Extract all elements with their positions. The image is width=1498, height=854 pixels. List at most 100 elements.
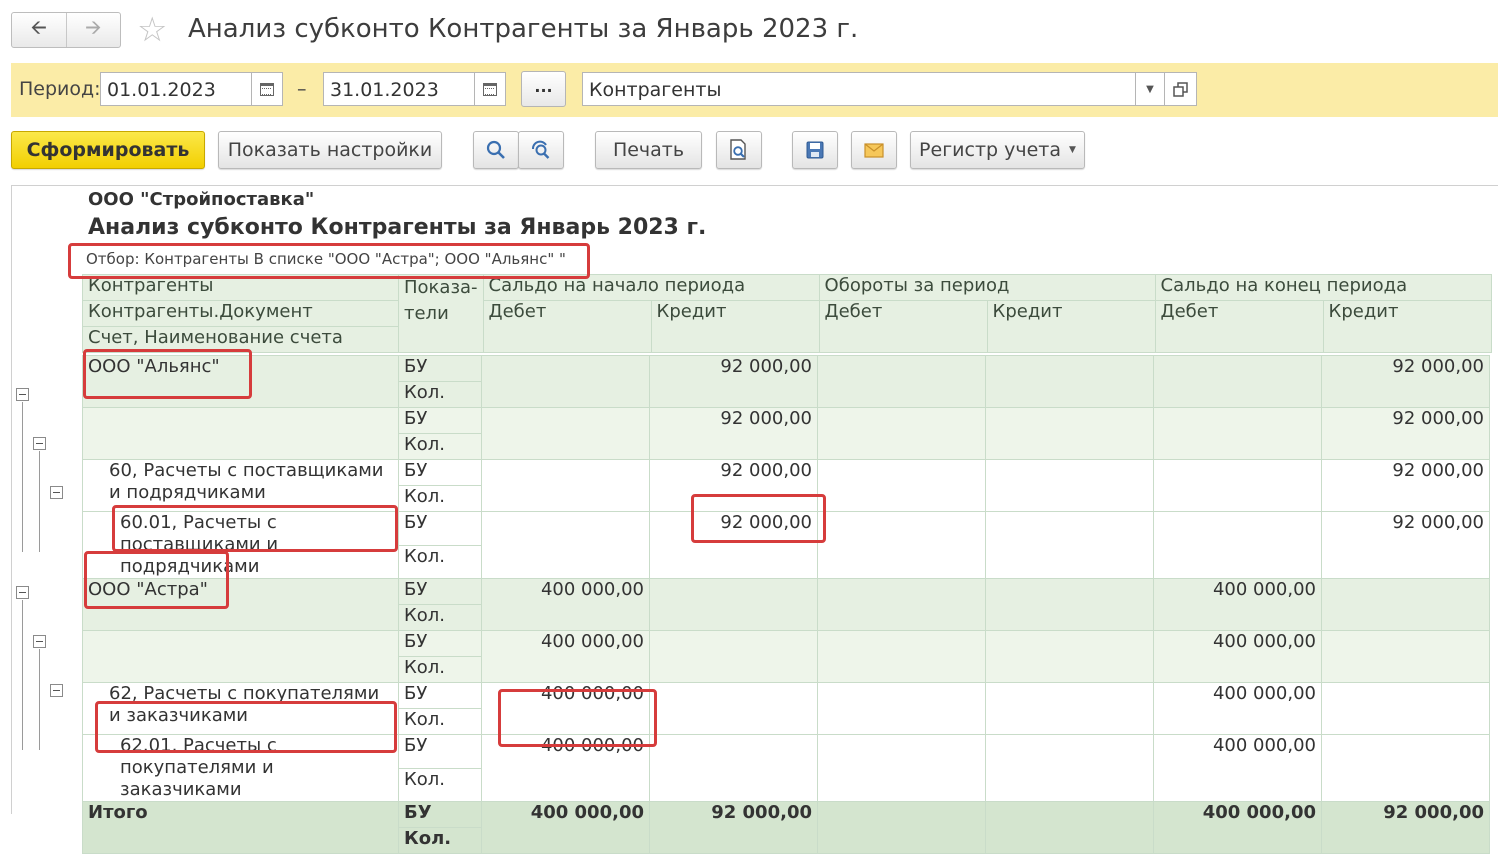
row-name[interactable]: 60.01, Расчеты с поставщиками и подрядчи… (82, 511, 399, 579)
row-name[interactable]: 62, Расчеты с покупателями и заказчиками (82, 682, 399, 735)
tree-line (39, 451, 40, 552)
cell-close-d[interactable] (1153, 355, 1322, 408)
report-row: 60.01, Расчеты с поставщиками и подрядчи… (82, 511, 1490, 579)
row-name[interactable] (82, 407, 399, 460)
cell-turn-c[interactable] (985, 407, 1154, 460)
indicator-qty: Кол. (398, 381, 482, 408)
cell-close-c[interactable]: 92 000,00 (1321, 511, 1490, 579)
cell-turn-d[interactable] (817, 578, 986, 631)
cell-open-d[interactable] (481, 355, 650, 408)
calendar-from-button[interactable] (251, 72, 283, 106)
cell-turn-c[interactable] (985, 578, 1154, 631)
subconto-open-button[interactable] (1164, 72, 1197, 106)
cell-close-d[interactable] (1153, 511, 1322, 579)
cell-close-d[interactable]: 400 000,00 (1153, 630, 1322, 683)
register-button[interactable]: Регистр учета ▼ (910, 131, 1085, 169)
cell-open-c[interactable] (649, 578, 818, 631)
row-name[interactable]: 60, Расчеты с поставщиками и подрядчикам… (82, 459, 399, 512)
cell-close-c[interactable]: 92 000,00 (1321, 459, 1490, 512)
collapse-toggle-icon[interactable] (50, 684, 63, 697)
forward-button[interactable]: 🡪 (65, 13, 121, 47)
header-opening-balance: Сальдо на начало периода (482, 274, 820, 301)
generate-button[interactable]: Сформировать (11, 131, 205, 169)
collapse-toggle-icon[interactable] (50, 486, 63, 499)
cell-close-c[interactable]: 92 000,00 (1321, 355, 1490, 408)
cell-turn-d[interactable] (817, 734, 986, 802)
cell-close-c[interactable]: 92 000,00 (1321, 407, 1490, 460)
cell-open-d[interactable] (481, 511, 650, 579)
cell-close-c[interactable] (1321, 630, 1490, 683)
cell-turn-c[interactable] (985, 734, 1154, 802)
cell-turn-d[interactable] (817, 511, 986, 579)
cell-open-c[interactable] (649, 682, 818, 735)
cell-close-c[interactable] (1321, 682, 1490, 735)
search-button[interactable] (473, 131, 519, 169)
cell-open-c[interactable]: 92 000,00 (649, 511, 818, 579)
cell-turn-d[interactable] (817, 682, 986, 735)
calendar-to-button[interactable] (474, 72, 506, 106)
collapse-toggle-icon[interactable] (33, 437, 46, 450)
cell-turn-d[interactable] (817, 355, 986, 408)
search-reset-button[interactable] (518, 131, 564, 169)
cell-open-d[interactable] (481, 459, 650, 512)
cell-turn-d[interactable] (817, 630, 986, 683)
cell-turn-c[interactable] (985, 511, 1154, 579)
indicator-bu: БУ (398, 682, 482, 709)
subconto-select[interactable]: Контрагенты (582, 72, 1136, 106)
cell-close-d[interactable]: 400 000,00 (1153, 578, 1322, 631)
row-name[interactable]: ООО "Астра" (82, 578, 399, 631)
save-button[interactable] (792, 131, 838, 169)
cell-open-d[interactable]: 400 000,00 (481, 682, 650, 735)
cell-open-d[interactable]: 400 000,00 (481, 630, 650, 683)
print-button[interactable]: Печать (595, 131, 702, 169)
cell-turn-c[interactable] (985, 459, 1154, 512)
star-icon[interactable]: ☆ (137, 10, 167, 50)
total-turn-d (817, 801, 986, 854)
back-button[interactable]: 🡨 (12, 13, 66, 47)
row-name[interactable] (82, 630, 399, 683)
row-name[interactable]: 62.01, Расчеты с покупателями и заказчик… (82, 734, 399, 802)
collapse-toggle-icon[interactable] (16, 388, 29, 401)
period-from-input[interactable]: 01.01.2023 (100, 72, 252, 106)
cell-close-d[interactable] (1153, 407, 1322, 460)
cell-close-d[interactable]: 400 000,00 (1153, 734, 1322, 802)
period-to-input[interactable]: 31.01.2023 (323, 72, 475, 106)
cell-turn-c[interactable] (985, 630, 1154, 683)
cell-turn-c[interactable] (985, 682, 1154, 735)
row-name[interactable]: ООО "Альянс" (82, 355, 399, 408)
cell-close-d[interactable] (1153, 459, 1322, 512)
cell-close-c[interactable] (1321, 734, 1490, 802)
cell-open-c[interactable]: 92 000,00 (649, 355, 818, 408)
period-select-button[interactable]: ... (521, 71, 566, 107)
header-row: Контрагенты.Документ Дебет Кредит Дебет … (82, 300, 1492, 353)
envelope-icon (864, 142, 884, 158)
collapse-toggle-icon[interactable] (16, 586, 29, 599)
dropdown-arrow-icon: ▼ (1146, 83, 1154, 95)
cell-open-c[interactable] (649, 734, 818, 802)
cell-close-d[interactable]: 400 000,00 (1153, 682, 1322, 735)
report-row: БУ 92 000,00 92 000,00 (82, 407, 1490, 460)
cell-turn-c[interactable] (985, 355, 1154, 408)
cell-open-c[interactable]: 92 000,00 (649, 407, 818, 460)
show-settings-button[interactable]: Показать настройки (218, 131, 442, 169)
arrow-right-icon: 🡪 (85, 15, 102, 39)
cell-close-c[interactable] (1321, 578, 1490, 631)
total-close-c: 92 000,00 (1321, 801, 1490, 854)
open-window-icon (1173, 81, 1188, 97)
cell-open-d[interactable] (481, 407, 650, 460)
collapse-toggle-icon[interactable] (33, 635, 46, 648)
preview-button[interactable] (716, 131, 762, 169)
cell-open-c[interactable]: 92 000,00 (649, 459, 818, 512)
header-debit: Дебет (1154, 300, 1324, 353)
cell-turn-d[interactable] (817, 407, 986, 460)
email-button[interactable] (851, 131, 897, 169)
cell-turn-d[interactable] (817, 459, 986, 512)
cell-open-c[interactable] (649, 630, 818, 683)
cell-open-d[interactable]: 400 000,00 (481, 734, 650, 802)
cell-open-d[interactable]: 400 000,00 (481, 578, 650, 631)
total-label: Итого (82, 801, 399, 854)
report-row: 62.01, Расчеты с покупателями и заказчик… (82, 734, 1490, 802)
subconto-dropdown-button[interactable]: ▼ (1135, 72, 1165, 106)
calendar-icon (260, 82, 274, 96)
indicator-qty: Кол. (398, 433, 482, 460)
